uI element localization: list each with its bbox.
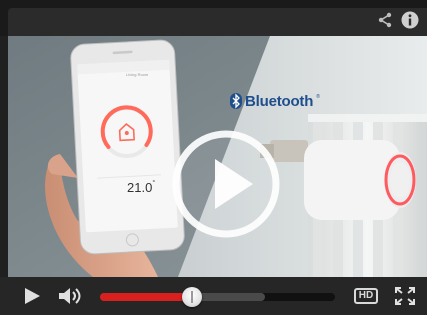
player-control-bar: HD <box>0 277 427 315</box>
play-button[interactable] <box>23 287 41 305</box>
bluetooth-brand-text: Bluetooth <box>245 92 314 110</box>
bluetooth-trademark: ® <box>316 94 320 100</box>
temperature-unit: ° <box>152 180 156 187</box>
play-overlay-button[interactable] <box>170 128 282 240</box>
phone-temperature: 21.0° <box>127 180 155 195</box>
hd-button[interactable]: HD <box>354 288 378 304</box>
play-icon <box>25 288 40 304</box>
info-icon[interactable] <box>401 11 419 29</box>
top-bar-strip <box>8 8 427 36</box>
fullscreen-icon <box>395 287 415 305</box>
fullscreen-button[interactable] <box>395 287 415 305</box>
temperature-value: 21.0 <box>127 180 153 195</box>
share-icon[interactable] <box>377 12 393 28</box>
progress-thumb[interactable] <box>181 287 202 307</box>
video-frame[interactable]: Living Room 21.0° Bluetooth ® <box>8 36 427 277</box>
bluetooth-icon <box>230 93 242 109</box>
progress-played <box>100 293 192 301</box>
volume-icon <box>59 288 81 304</box>
video-player: Living Room 21.0° Bluetooth ® HD <box>0 0 427 315</box>
player-top-bar <box>0 0 427 36</box>
phone-app-name: Living Room <box>126 72 149 77</box>
volume-button[interactable] <box>58 287 84 305</box>
progress-bar[interactable] <box>100 287 335 307</box>
bluetooth-brand: Bluetooth ® <box>230 91 320 111</box>
